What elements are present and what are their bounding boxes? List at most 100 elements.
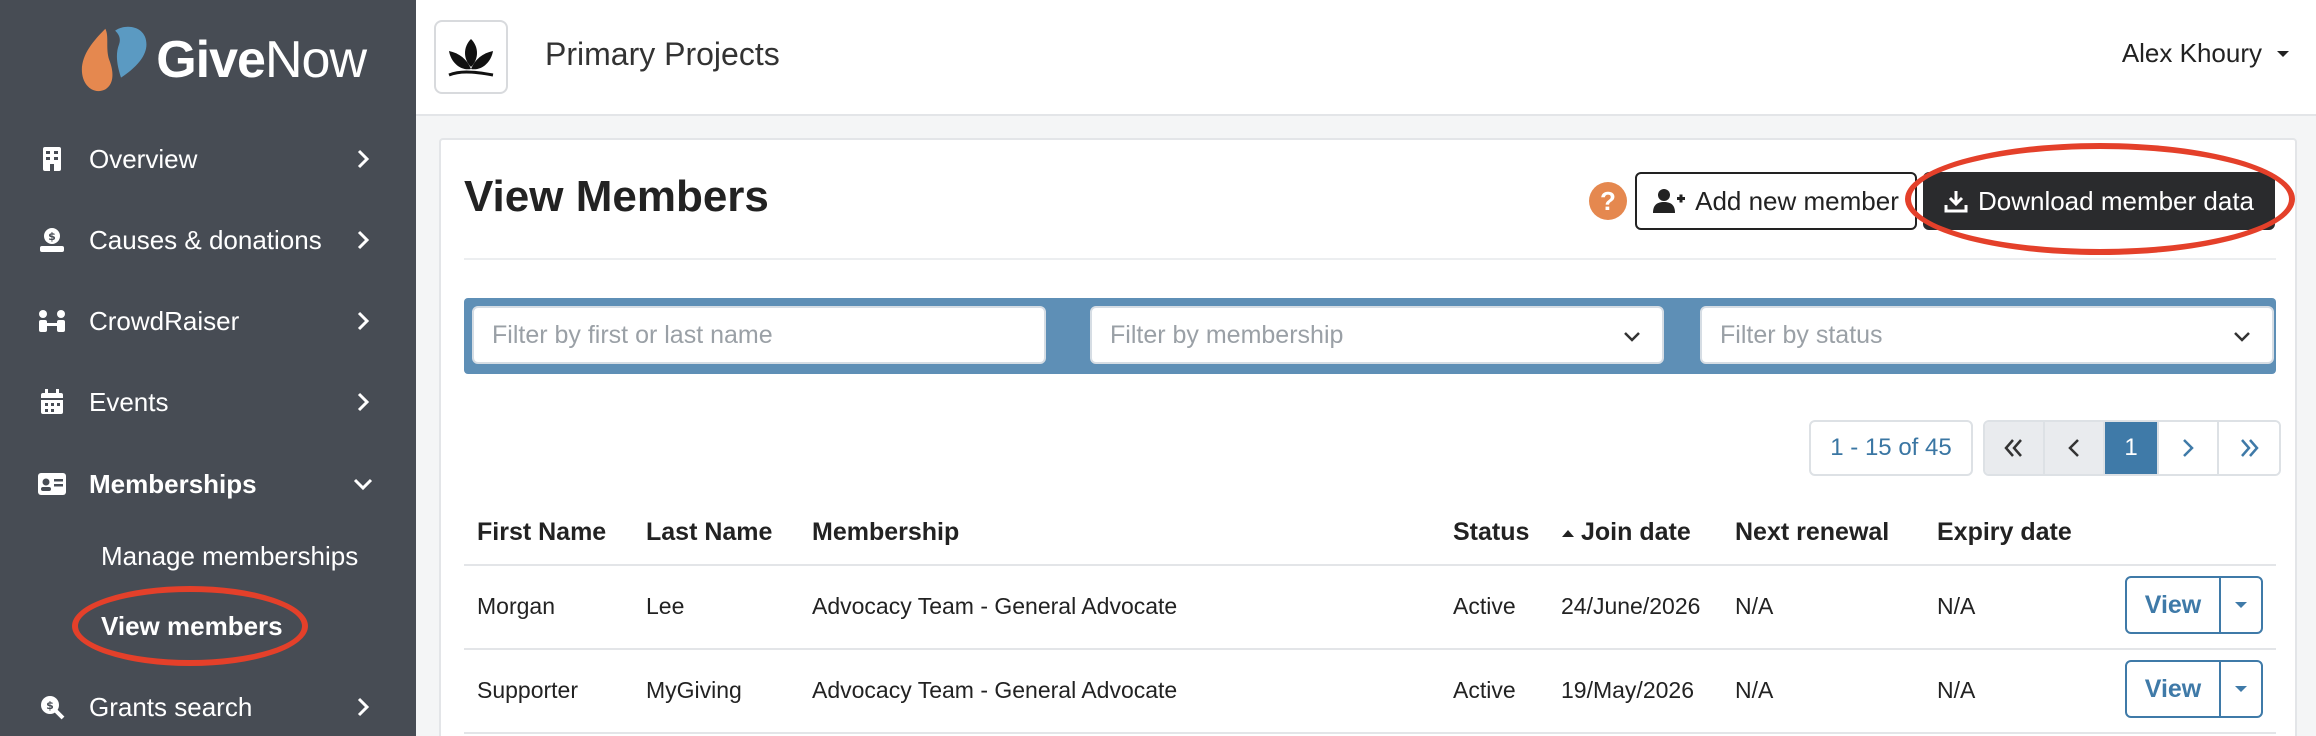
chevron-down-icon — [1624, 332, 1640, 342]
cell-join-date: 19/May/2026 — [1561, 677, 1694, 703]
sidebar-subitem-manage-memberships[interactable]: Manage memberships — [101, 541, 358, 572]
cell-last-name: MyGiving — [646, 677, 742, 703]
pagination-info: 1 - 15 of 45 — [1809, 420, 1973, 476]
cell-membership: Advocacy Team - General Advocate — [812, 593, 1178, 619]
view-member-button[interactable]: View — [2127, 662, 2221, 716]
sidebar-item-label: CrowdRaiser — [89, 305, 240, 336]
chevron-right-icon — [357, 230, 370, 250]
chevron-right-icon — [357, 697, 370, 717]
user-name: Alex Khoury — [2121, 38, 2262, 68]
givenow-logo[interactable]: GiveNow — [76, 18, 367, 102]
org-logo[interactable] — [434, 20, 508, 94]
svg-text:$: $ — [46, 699, 54, 712]
org-name: Primary Projects — [545, 36, 780, 72]
caret-down-icon — [2235, 602, 2247, 608]
lotus-leaf-icon — [448, 39, 494, 77]
prev-page-button[interactable] — [2045, 422, 2105, 474]
table-header-divider — [464, 564, 2276, 566]
sidebar-item-grants-search[interactable]: $ Grants search — [0, 667, 416, 736]
chevron-down-icon — [353, 478, 373, 491]
column-header-expiry-date[interactable]: Expiry date — [1937, 518, 2072, 547]
brand-name: GiveNow — [156, 30, 367, 90]
svg-text:$: $ — [48, 230, 56, 243]
sidebar-item-label: Events — [89, 386, 169, 417]
donation-icon: $ — [38, 226, 66, 254]
sidebar-item-overview[interactable]: Overview — [0, 119, 416, 199]
status-filter-select[interactable]: Filter by status — [1700, 306, 2274, 364]
cell-status: Active — [1453, 677, 1516, 703]
membership-filter-placeholder: Filter by membership — [1110, 320, 1344, 349]
sidebar-item-memberships[interactable]: Memberships — [0, 444, 416, 524]
caret-down-icon — [2277, 50, 2289, 57]
double-chevron-left-icon — [2004, 439, 2022, 457]
chevron-down-icon — [2234, 332, 2250, 342]
help-icon[interactable]: ? — [1589, 182, 1627, 220]
sidebar-item-label: Overview — [89, 143, 198, 174]
cell-first-name: Supporter — [477, 677, 579, 703]
sort-ascending-icon — [1562, 529, 1574, 537]
sidebar-item-label: Causes & donations — [89, 224, 322, 255]
cell-join-date: 24/June/2026 — [1561, 593, 1701, 619]
column-header-membership[interactable]: Membership — [812, 518, 959, 547]
row-divider — [464, 732, 2276, 734]
page-1-button[interactable]: 1 — [2105, 422, 2159, 474]
sidebar-item-events[interactable]: Events — [0, 362, 416, 442]
cell-expiry-date: N/A — [1937, 593, 1976, 619]
cell-status: Active — [1453, 593, 1516, 619]
next-page-button[interactable] — [2159, 422, 2219, 474]
brand-name-light: Now — [264, 31, 367, 89]
highlight-ring-download — [1905, 143, 2295, 255]
id-card-icon — [38, 470, 66, 498]
brand-name-bold: Give — [156, 31, 266, 89]
last-page-button[interactable] — [2219, 422, 2279, 474]
cell-last-name: Lee — [646, 593, 685, 619]
membership-filter-select[interactable]: Filter by membership — [1090, 306, 1664, 364]
building-icon — [38, 145, 66, 173]
sidebar-item-label: Grants search — [89, 691, 253, 722]
calendar-icon — [38, 388, 66, 416]
search-dollar-icon: $ — [38, 693, 66, 721]
user-plus-icon — [1653, 189, 1686, 213]
add-new-member-button[interactable]: Add new member — [1635, 172, 1917, 230]
cell-expiry-date: N/A — [1937, 677, 1976, 703]
caret-down-icon — [2235, 686, 2247, 692]
members-card: View Members ? Add new member Download m… — [439, 138, 2297, 736]
add-new-member-label: Add new member — [1695, 185, 1899, 216]
name-filter-input[interactable]: Filter by first or last name — [472, 306, 1046, 364]
column-header-status[interactable]: Status — [1453, 518, 1529, 547]
column-header-last-name[interactable]: Last Name — [646, 518, 772, 547]
chevron-left-icon — [2068, 439, 2079, 457]
pagination: 1 — [1983, 420, 2281, 476]
cell-next-renewal: N/A — [1735, 593, 1774, 619]
people-icon — [38, 307, 66, 335]
column-header-next-renewal[interactable]: Next renewal — [1735, 518, 1889, 547]
sidebar: GiveNow Overview $ Causes & donations Cr… — [0, 0, 416, 736]
chevron-right-icon — [2183, 439, 2194, 457]
view-dropdown-toggle[interactable] — [2221, 662, 2261, 716]
divider — [464, 258, 2276, 260]
sidebar-item-label: Memberships — [89, 468, 257, 499]
cell-next-renewal: N/A — [1735, 677, 1774, 703]
chevron-right-icon — [357, 149, 370, 169]
page-title: View Members — [464, 172, 769, 221]
sidebar-item-crowdraiser[interactable]: CrowdRaiser — [0, 281, 416, 361]
column-header-first-name[interactable]: First Name — [477, 518, 606, 547]
row-divider — [464, 648, 2276, 650]
filter-bar: Filter by first or last name Filter by m… — [464, 298, 2276, 374]
view-dropdown-toggle[interactable] — [2221, 578, 2261, 632]
first-page-button[interactable] — [1985, 422, 2045, 474]
status-filter-placeholder: Filter by status — [1720, 320, 1883, 349]
cell-membership: Advocacy Team - General Advocate — [812, 677, 1178, 703]
user-menu[interactable]: Alex Khoury — [2122, 38, 2290, 69]
column-header-join-date[interactable]: Join date — [1561, 518, 1691, 547]
chevron-right-icon — [357, 392, 370, 412]
double-chevron-right-icon — [2241, 439, 2259, 457]
sidebar-item-causes-donations[interactable]: $ Causes & donations — [0, 200, 416, 280]
view-member-button-group: View — [2125, 576, 2263, 634]
top-bar: Primary Projects Alex Khoury — [416, 0, 2316, 116]
view-member-button[interactable]: View — [2127, 578, 2221, 632]
chevron-right-icon — [357, 311, 370, 331]
cell-first-name: Morgan — [477, 593, 555, 619]
heart-logo-icon — [81, 26, 147, 92]
view-member-button-group: View — [2125, 660, 2263, 718]
